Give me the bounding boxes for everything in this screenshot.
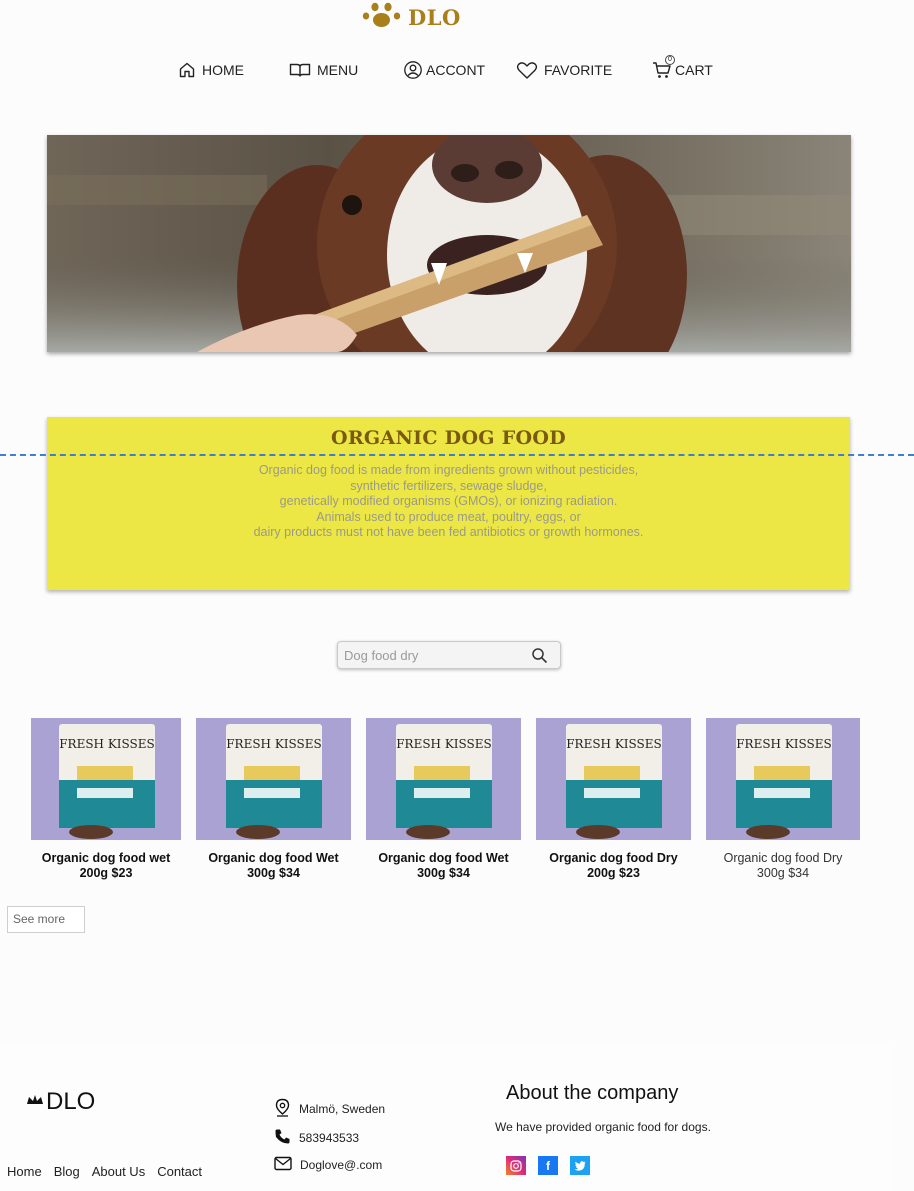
organic-line: genetically modified organisms (GMOs), o… <box>279 494 618 508</box>
phone-text: 583943533 <box>299 1131 360 1145</box>
crown-icon <box>26 1093 44 1111</box>
email-text[interactable]: Doglove@.com <box>300 1158 382 1172</box>
site-logo[interactable]: DLO <box>362 2 461 32</box>
nav-favorite[interactable]: FAVORITE <box>516 58 612 82</box>
product-price: 200g $23 <box>587 866 640 880</box>
facebook-icon[interactable]: f <box>538 1156 558 1175</box>
product-price: 300g $34 <box>247 866 300 880</box>
nav-cart[interactable]: 0 CART <box>652 55 713 82</box>
organic-title: ORGANIC DOG FOOD <box>330 427 567 449</box>
dashed-guide-line <box>0 454 914 456</box>
footer-link-about[interactable]: About Us <box>92 1164 145 1179</box>
search-icon[interactable] <box>531 647 548 669</box>
cart-icon: 0 <box>652 55 675 80</box>
footer-link-contact[interactable]: Contact <box>157 1164 202 1179</box>
user-circle-icon <box>403 60 423 80</box>
location-text: Malmö, Sweden <box>299 1102 386 1116</box>
package-text: FRESH KISSES <box>226 737 322 751</box>
location-pin-icon <box>274 1098 291 1120</box>
mail-icon <box>274 1156 292 1174</box>
main-nav: HOME MENU ACCONT FAVORITE 0 CART <box>0 55 914 82</box>
hero-image <box>47 135 851 352</box>
organic-line: dairy products must not have been fed an… <box>253 525 644 539</box>
about-text: We have provided organic food for dogs. <box>495 1120 711 1134</box>
product-price: 300g $34 <box>756 866 810 880</box>
product-image[interactable]: FRESH KISSES <box>366 718 521 840</box>
product-title: Organic dog food Wet <box>208 851 339 865</box>
product-name[interactable]: Organic dog food Wet 300g $34 <box>356 851 531 881</box>
nav-account-label: ACCONT <box>426 62 486 78</box>
product-image[interactable]: FRESH KISSES <box>706 718 860 840</box>
heart-icon <box>516 61 538 80</box>
package-text: FRESH KISSES <box>59 737 155 751</box>
nav-cart-label: CART <box>675 62 713 78</box>
product-price: 200g $23 <box>79 866 133 880</box>
package-text: FRESH KISSES <box>736 737 832 751</box>
footer-logo[interactable]: DLO <box>26 1088 95 1116</box>
product-name[interactable]: Organic dog food wet 200g $23 <box>21 851 191 881</box>
instagram-icon[interactable] <box>506 1156 526 1175</box>
organic-description: Organic dog food is made from ingredient… <box>47 463 850 541</box>
about-title: About the company <box>506 1082 679 1104</box>
paw-icon <box>362 1 402 34</box>
footer-email: Doglove@.com <box>274 1156 382 1174</box>
organic-line: Animals used to produce meat, poultry, e… <box>316 509 581 524</box>
product-title: Organic dog food Dry <box>723 851 843 865</box>
organic-line: synthetic fertilizers, sewage sludge, <box>350 478 547 493</box>
search-input[interactable] <box>338 642 524 668</box>
product-title: Organic dog food Dry <box>549 851 678 865</box>
footer-link-blog[interactable]: Blog <box>54 1164 80 1179</box>
product-image[interactable]: FRESH KISSES <box>31 718 181 840</box>
logo-text: DLO <box>408 4 461 30</box>
home-icon <box>178 61 196 79</box>
footer-link-home[interactable]: Home <box>7 1164 42 1179</box>
search-box <box>337 641 561 669</box>
product-title: Organic dog food wet <box>41 851 171 865</box>
footer-logo-text: DLO <box>46 1088 96 1115</box>
book-icon <box>289 62 311 78</box>
cart-count-badge: 0 <box>665 55 675 65</box>
phone-icon <box>274 1128 291 1148</box>
nav-account[interactable]: ACCONT <box>403 58 485 82</box>
package-text: FRESH KISSES <box>566 737 662 751</box>
nav-home-label: HOME <box>202 62 244 78</box>
organic-banner: ORGANIC DOG FOOD Organic dog food is mad… <box>47 417 850 590</box>
see-more-button[interactable]: See more <box>7 906 85 933</box>
product-image[interactable]: FRESH KISSES <box>196 718 351 840</box>
twitter-icon[interactable] <box>570 1156 590 1175</box>
nav-menu[interactable]: MENU <box>289 58 358 82</box>
package-text: FRESH KISSES <box>396 737 492 751</box>
nav-home[interactable]: HOME <box>178 58 244 82</box>
nav-menu-label: MENU <box>317 62 359 78</box>
product-image[interactable]: FRESH KISSES <box>536 718 691 840</box>
product-name[interactable]: Organic dog food Dry 200g $23 <box>526 851 701 881</box>
product-title: Organic dog food Wet <box>378 851 509 865</box>
product-name[interactable]: Organic dog food Dry 300g $34 <box>696 851 870 881</box>
nav-favorite-label: FAVORITE <box>544 62 613 78</box>
footer-links: Home Blog About Us Contact <box>7 1164 202 1179</box>
footer-location: Malmö, Sweden <box>274 1098 385 1120</box>
product-name[interactable]: Organic dog food Wet 300g $34 <box>186 851 361 881</box>
organic-line: Organic dog food is made from ingredient… <box>258 463 639 477</box>
product-price: 300g $34 <box>417 866 470 880</box>
footer-phone: 583943533 <box>274 1128 359 1148</box>
